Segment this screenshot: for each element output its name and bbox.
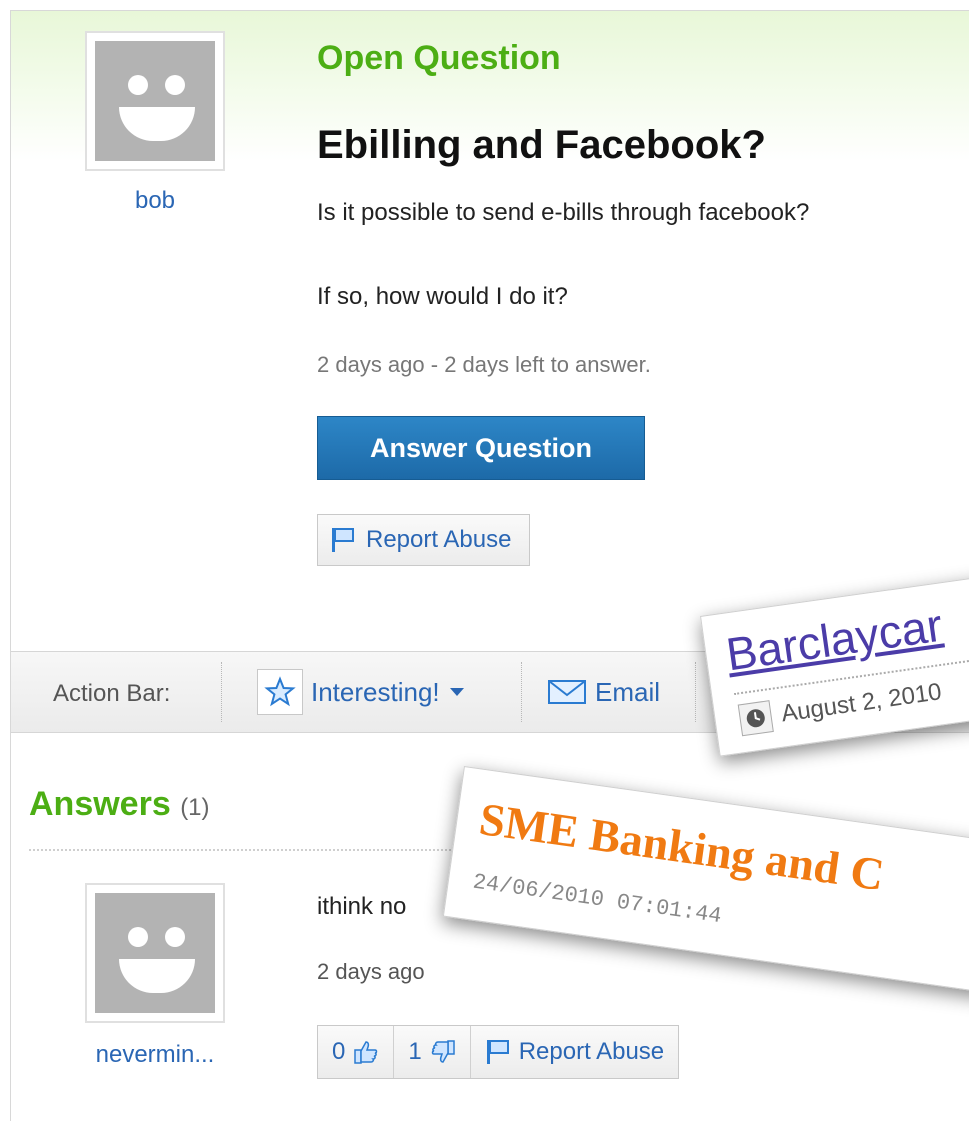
email-button[interactable]: Email [547, 668, 660, 716]
answer-report-abuse-label: Report Abuse [518, 1038, 665, 1065]
barclaycard-card-date: August 2, 2010 [779, 678, 944, 728]
report-abuse-label: Report Abuse [366, 526, 512, 553]
divider [221, 662, 222, 722]
avatar-placeholder-icon [95, 41, 215, 161]
thumbs-down-button[interactable]: 1 [393, 1026, 469, 1078]
thumbs-down-count: 1 [408, 1038, 422, 1065]
question-status: Open Question [317, 39, 561, 77]
action-bar-label: Action Bar: [53, 680, 171, 707]
caret-down-icon[interactable] [448, 686, 466, 698]
answer-report-abuse-button[interactable]: Report Abuse [469, 1026, 678, 1078]
answer-question-button[interactable]: Answer Question [317, 416, 645, 480]
answer-vote-bar: 0 1 Report Abuse [317, 1025, 680, 1079]
question-title: Ebilling and Facebook? [317, 123, 766, 167]
thumbs-down-icon [431, 1040, 455, 1063]
answers-count: (1) [180, 794, 210, 821]
answerer-name-link[interactable]: nevermin... [65, 1041, 245, 1069]
thumbs-up-count: 0 [332, 1038, 346, 1065]
answerer-avatar[interactable] [85, 883, 225, 1023]
star-icon [257, 669, 303, 715]
divider [521, 662, 522, 722]
thumbs-up-icon [354, 1041, 378, 1064]
email-label: Email [595, 676, 661, 707]
divider [695, 662, 696, 722]
sme-banking-card-date: 24/06/2010 07:01:44 [471, 869, 724, 930]
interesting-label: Interesting! [311, 676, 440, 707]
asker-avatar[interactable] [85, 31, 225, 171]
avatar-placeholder-icon [95, 893, 215, 1013]
answers-heading: Answers (1) [29, 785, 210, 824]
answer-text: ithink no [317, 893, 407, 920]
interesting-button[interactable]: Interesting! [257, 668, 466, 716]
asker-name-link[interactable]: bob [85, 187, 225, 215]
thumbs-up-button[interactable]: 0 [318, 1026, 393, 1078]
answer-time: 2 days ago [317, 959, 425, 984]
clock-icon [737, 700, 774, 737]
report-abuse-button[interactable]: Report Abuse [317, 514, 531, 566]
question-meta: 2 days ago - 2 days left to answer. [317, 352, 651, 377]
envelope-icon [548, 680, 586, 704]
answers-heading-label: Answers [29, 785, 171, 823]
question-body-line-2: If so, how would I do it? [317, 283, 568, 310]
flag-icon [332, 528, 354, 552]
flag-icon [486, 1040, 509, 1064]
question-body-line-1: Is it possible to send e-bills through f… [317, 199, 810, 226]
